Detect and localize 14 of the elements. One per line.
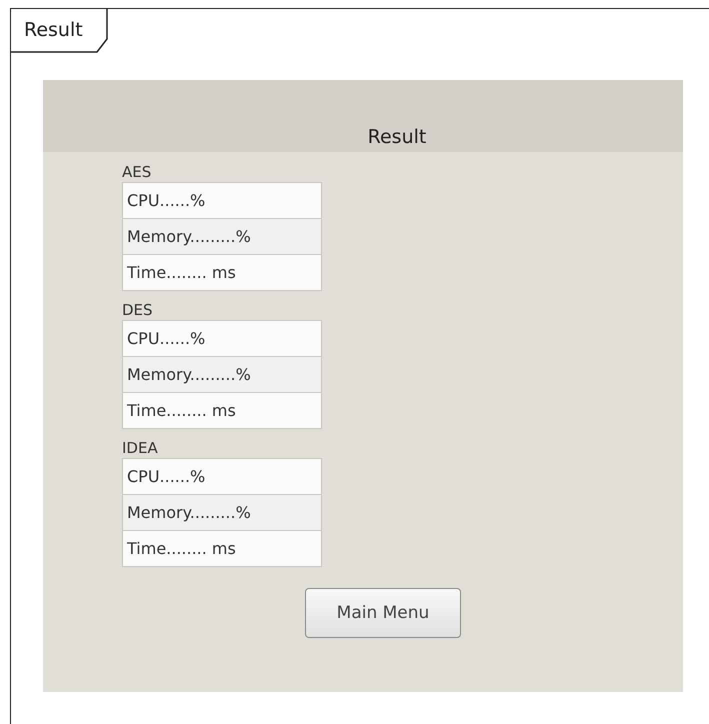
input-field[interactable]: Memory.........% — [122, 218, 322, 255]
group-label: DES — [122, 300, 154, 321]
panel-title: Result — [368, 126, 426, 150]
input-field[interactable]: Memory.........% — [122, 494, 322, 531]
group-label: IDEA — [122, 438, 159, 459]
input-field[interactable]: CPU......% — [122, 182, 322, 219]
input-field[interactable]: Time........ ms — [122, 530, 322, 567]
input-field[interactable]: Memory.........% — [122, 356, 322, 393]
input-field[interactable]: Time........ ms — [122, 392, 322, 429]
input-field[interactable]: Time........ ms — [122, 254, 322, 291]
main-menu-button[interactable]: Main Menu — [305, 588, 461, 638]
group-label: AES — [122, 162, 152, 183]
input-field[interactable]: CPU......% — [122, 458, 322, 495]
input-field[interactable]: CPU......% — [122, 320, 322, 357]
